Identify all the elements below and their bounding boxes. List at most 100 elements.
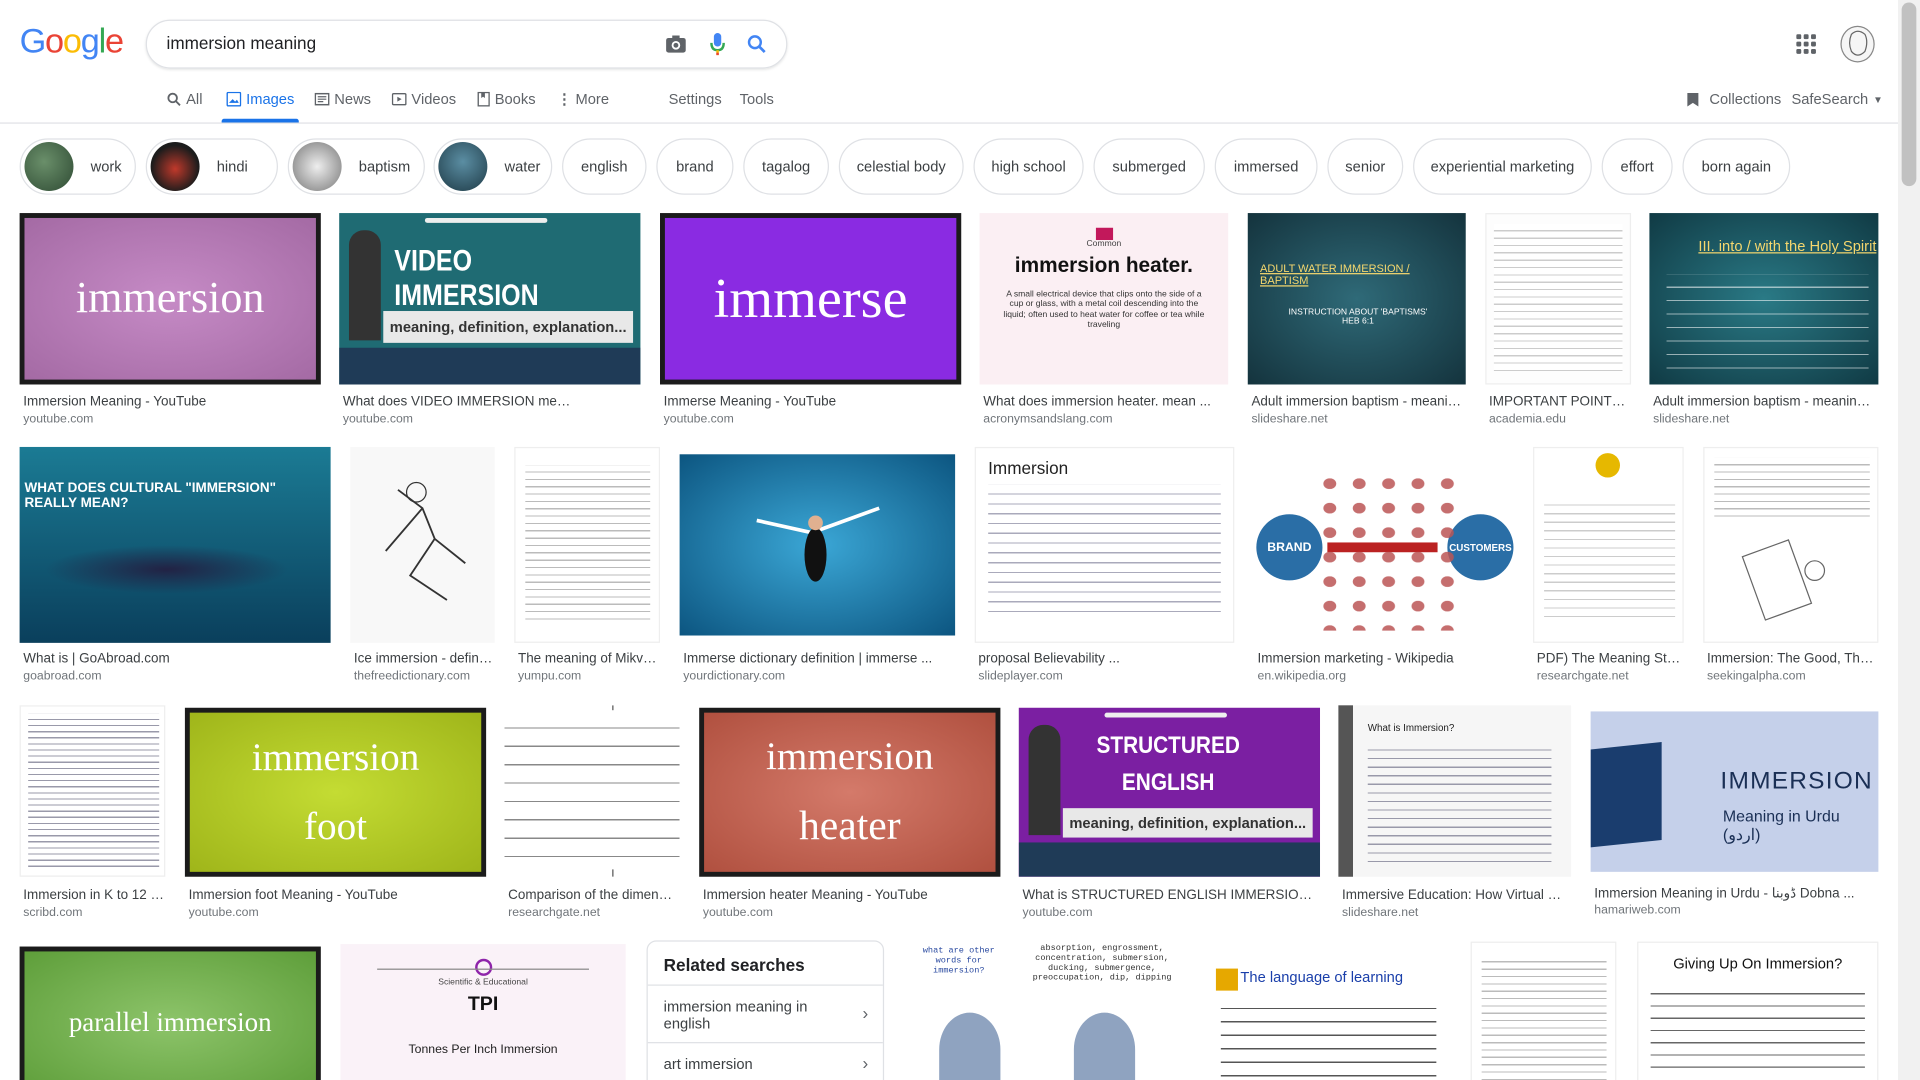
result-title[interactable]: Immersive Education: How Virtual Obj... [1342, 888, 1569, 903]
result-title[interactable]: Immerse dictionary definition | immerse … [683, 651, 952, 666]
result-thumbnail[interactable]: What is Immersion? [1338, 705, 1572, 877]
result-source[interactable]: youtube.com [189, 906, 259, 919]
chip-senior[interactable]: senior [1327, 138, 1404, 195]
result-thumbnail[interactable] [504, 705, 680, 877]
result-source[interactable]: youtube.com [23, 413, 93, 426]
result-thumbnail[interactable]: immerse [660, 213, 962, 385]
chip-celestial-body[interactable]: celestial body [838, 138, 964, 195]
result-thumbnail[interactable]: ADULT WATER IMMERSION / BAPTISM INSTRUCT… [1247, 213, 1466, 385]
result-thumbnail[interactable]: VIDEO IMMERSION meaning, definition, exp… [339, 213, 641, 385]
result-title[interactable]: The meaning of Mikva... [518, 651, 659, 666]
result-title[interactable]: Adult immersion baptism - meaning... [1251, 394, 1462, 409]
page-scrollbar[interactable] [1897, 0, 1920, 1080]
result-title[interactable]: Adult immersion baptism - meaning a... [1653, 394, 1873, 409]
chip-submerged[interactable]: submerged [1093, 138, 1205, 195]
scrollbar-thumb[interactable] [1901, 2, 1917, 187]
result-source[interactable]: researchgate.net [1537, 670, 1629, 683]
result-thumbnail[interactable] [1533, 446, 1684, 643]
result-thumbnail[interactable]: IMMERSION Meaning in Urdu (اردو) [1590, 711, 1879, 872]
microphone-icon[interactable] [705, 32, 729, 56]
result-title[interactable]: What is STRUCTURED ENGLISH IMMERSION ... [1022, 888, 1316, 903]
result-thumbnail[interactable]: BRAND CUSTOMERS [1253, 446, 1514, 643]
result-source[interactable]: goabroad.com [23, 670, 101, 683]
result-title[interactable]: Ice immersion - definiti... [354, 651, 495, 666]
result-title[interactable]: What does immersion heater. mean ... [983, 394, 1225, 409]
apps-grid-icon[interactable] [1796, 34, 1816, 54]
result-title[interactable]: PDF) The Meaning Stu... [1537, 651, 1684, 666]
tab-news[interactable]: News [314, 91, 371, 108]
result-thumbnail[interactable]: Giving Up On Immersion? [1637, 941, 1879, 1080]
tab-videos[interactable]: Videos [391, 91, 456, 108]
result-thumbnail[interactable]: STRUCTURED ENGLISH IMMERSION meaning, de… [1018, 707, 1321, 877]
result-thumbnail[interactable]: WHAT DOES CULTURAL "IMMERSION" REALLY ME… [19, 446, 331, 643]
result-source[interactable]: youtube.com [703, 906, 773, 919]
result-source[interactable]: youtube.com [664, 413, 734, 426]
result-thumbnail[interactable] [1485, 213, 1632, 385]
result-title[interactable]: Immerse Meaning - YouTube [664, 394, 958, 409]
chip-born-again[interactable]: born again [1682, 138, 1791, 195]
result-source[interactable]: youtube.com [1022, 906, 1092, 919]
account-avatar[interactable] [1840, 25, 1875, 63]
chip-high-school[interactable]: high school [973, 138, 1084, 195]
chip-immersed[interactable]: immersed [1214, 138, 1318, 195]
result-title[interactable]: Immersion foot Meaning - YouTube [189, 888, 483, 903]
settings-link[interactable]: Settings [669, 91, 722, 108]
result-thumbnail[interactable] [514, 446, 661, 643]
result-title[interactable]: What is | GoAbroad.com [23, 651, 327, 666]
result-thumbnail[interactable]: immersion [19, 213, 321, 385]
result-source[interactable]: slideplayer.com [978, 670, 1062, 683]
result-title[interactable]: Immersion: The Good, The ... [1707, 651, 1878, 666]
related-search-item[interactable]: immersion meaning in english › [647, 984, 883, 1042]
chip-brand[interactable]: brand [656, 138, 734, 195]
tools-link[interactable]: Tools [740, 91, 774, 108]
tab-books[interactable]: Books [477, 91, 536, 108]
result-source[interactable]: hamariweb.com [1594, 904, 1680, 917]
tab-more[interactable]: ⋮ More [557, 91, 609, 108]
result-source[interactable]: thefreedictionary.com [354, 670, 470, 683]
result-source[interactable]: acronymsandslang.com [983, 413, 1112, 426]
result-title[interactable]: Comparison of the dimensi... [508, 888, 677, 903]
result-source[interactable]: slideshare.net [1342, 906, 1418, 919]
result-thumbnail[interactable] [1703, 446, 1879, 643]
tab-all[interactable]: All [167, 91, 202, 108]
search-icon[interactable] [744, 32, 768, 56]
collections-link[interactable]: Collections [1686, 91, 1781, 108]
result-title[interactable]: What does VIDEO IMMERSION mean ... [343, 394, 576, 409]
result-thumbnail[interactable]: Common immersion heater. A small electri… [979, 213, 1229, 385]
camera-icon[interactable] [664, 32, 688, 56]
result-thumbnail[interactable]: Immersion [974, 446, 1235, 643]
result-source[interactable]: yourdictionary.com [683, 670, 785, 683]
chip-tagalog[interactable]: tagalog [743, 138, 829, 195]
tab-images[interactable]: Images [221, 91, 300, 123]
result-thumbnail[interactable]: immersion foot [184, 707, 487, 877]
chip-english[interactable]: english [562, 138, 647, 195]
chip-hindi[interactable]: hindi [145, 138, 278, 195]
result-thumbnail[interactable]: immersion heater [699, 707, 1001, 877]
chip-work[interactable]: work [19, 138, 136, 195]
result-source[interactable]: academia.edu [1489, 413, 1566, 426]
chip-baptism[interactable]: baptism [287, 138, 425, 195]
result-thumbnail[interactable] [19, 705, 166, 877]
result-thumbnail[interactable] [1470, 941, 1617, 1080]
result-thumbnail[interactable]: The language of learning [1208, 941, 1452, 1080]
safesearch-dropdown[interactable]: SafeSearch ▼ [1791, 91, 1882, 108]
result-title[interactable]: IMPORTANT POINTS ... [1489, 394, 1629, 409]
result-source[interactable]: youtube.com [343, 413, 413, 426]
result-title[interactable]: Immersion heater Meaning - YouTube [703, 888, 997, 903]
result-thumbnail[interactable]: what are other words for immersion? abso… [902, 941, 1189, 1080]
result-source[interactable]: scribd.com [23, 906, 82, 919]
result-title[interactable]: proposal Believability ... [978, 651, 1229, 666]
chip-effort[interactable]: effort [1601, 138, 1673, 195]
result-source[interactable]: researchgate.net [508, 906, 600, 919]
result-source[interactable]: seekingalpha.com [1707, 670, 1806, 683]
result-thumbnail[interactable]: Scientific & Educational TPI Tonnes Per … [340, 944, 626, 1080]
search-input[interactable]: immersion meaning [167, 33, 317, 53]
chip-experiential-marketing[interactable]: experiential marketing [1413, 138, 1592, 195]
result-thumbnail[interactable] [350, 446, 495, 643]
result-source[interactable]: slideshare.net [1251, 413, 1327, 426]
chip-water[interactable]: water [433, 138, 553, 195]
result-source[interactable]: slideshare.net [1653, 413, 1729, 426]
result-thumbnail[interactable] [679, 454, 956, 636]
result-source[interactable]: yumpu.com [518, 670, 581, 683]
result-title[interactable]: Immersion in K to 12 | ... [23, 888, 164, 903]
